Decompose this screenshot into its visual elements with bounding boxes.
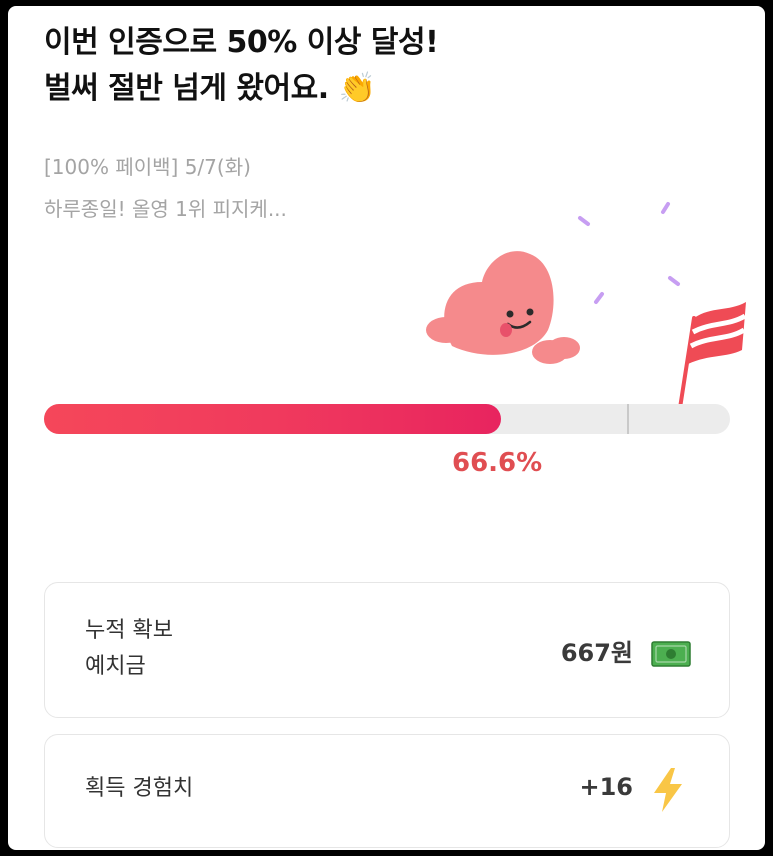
money-icon [651,641,691,667]
experience-value: +16 [579,773,633,801]
challenge-title-line-1: [100% 페이백] 5/7(화) [44,155,251,179]
deposit-label: 누적 확보 예치금 [85,613,173,685]
progress-bar [44,404,730,434]
deposit-card: 누적 확보 예치금 667원 [44,582,730,718]
challenge-title: [100% 페이백] 5/7(화) 하루종일! 올영 1위 피지케... [44,146,287,230]
progress-bar-fill [44,404,501,434]
heart-mascot-icon [426,251,580,364]
finish-flag-icon [678,302,747,410]
challenge-title-line-2: 하루종일! 올영 1위 피지케... [44,197,287,221]
clapping-hands-icon: 👏 [338,71,376,106]
experience-card: 획득 경험치 +16 [44,734,730,848]
headline-line-2-text: 벌써 절반 넘게 왔어요. [44,71,329,106]
headline-line-1: 이번 인증으로 50% 이상 달성! [44,25,439,60]
deposit-label-line-1: 누적 확보 [85,618,173,643]
achievement-sheet: 이번 인증으로 50% 이상 달성! 벌써 절반 넘게 왔어요. 👏 [100%… [8,6,765,850]
progress-milestone-marker [627,404,630,434]
lightning-icon [654,768,682,812]
progress-percent-label: 66.6% [452,448,543,478]
headline: 이번 인증으로 50% 이상 달성! 벌써 절반 넘게 왔어요. 👏 [44,20,439,112]
experience-label: 획득 경험치 [85,776,194,801]
headline-line-2: 벌써 절반 넘게 왔어요. 👏 [44,66,438,112]
deposit-value: 667원 [560,639,633,667]
deposit-label-line-2: 예치금 [85,654,146,679]
